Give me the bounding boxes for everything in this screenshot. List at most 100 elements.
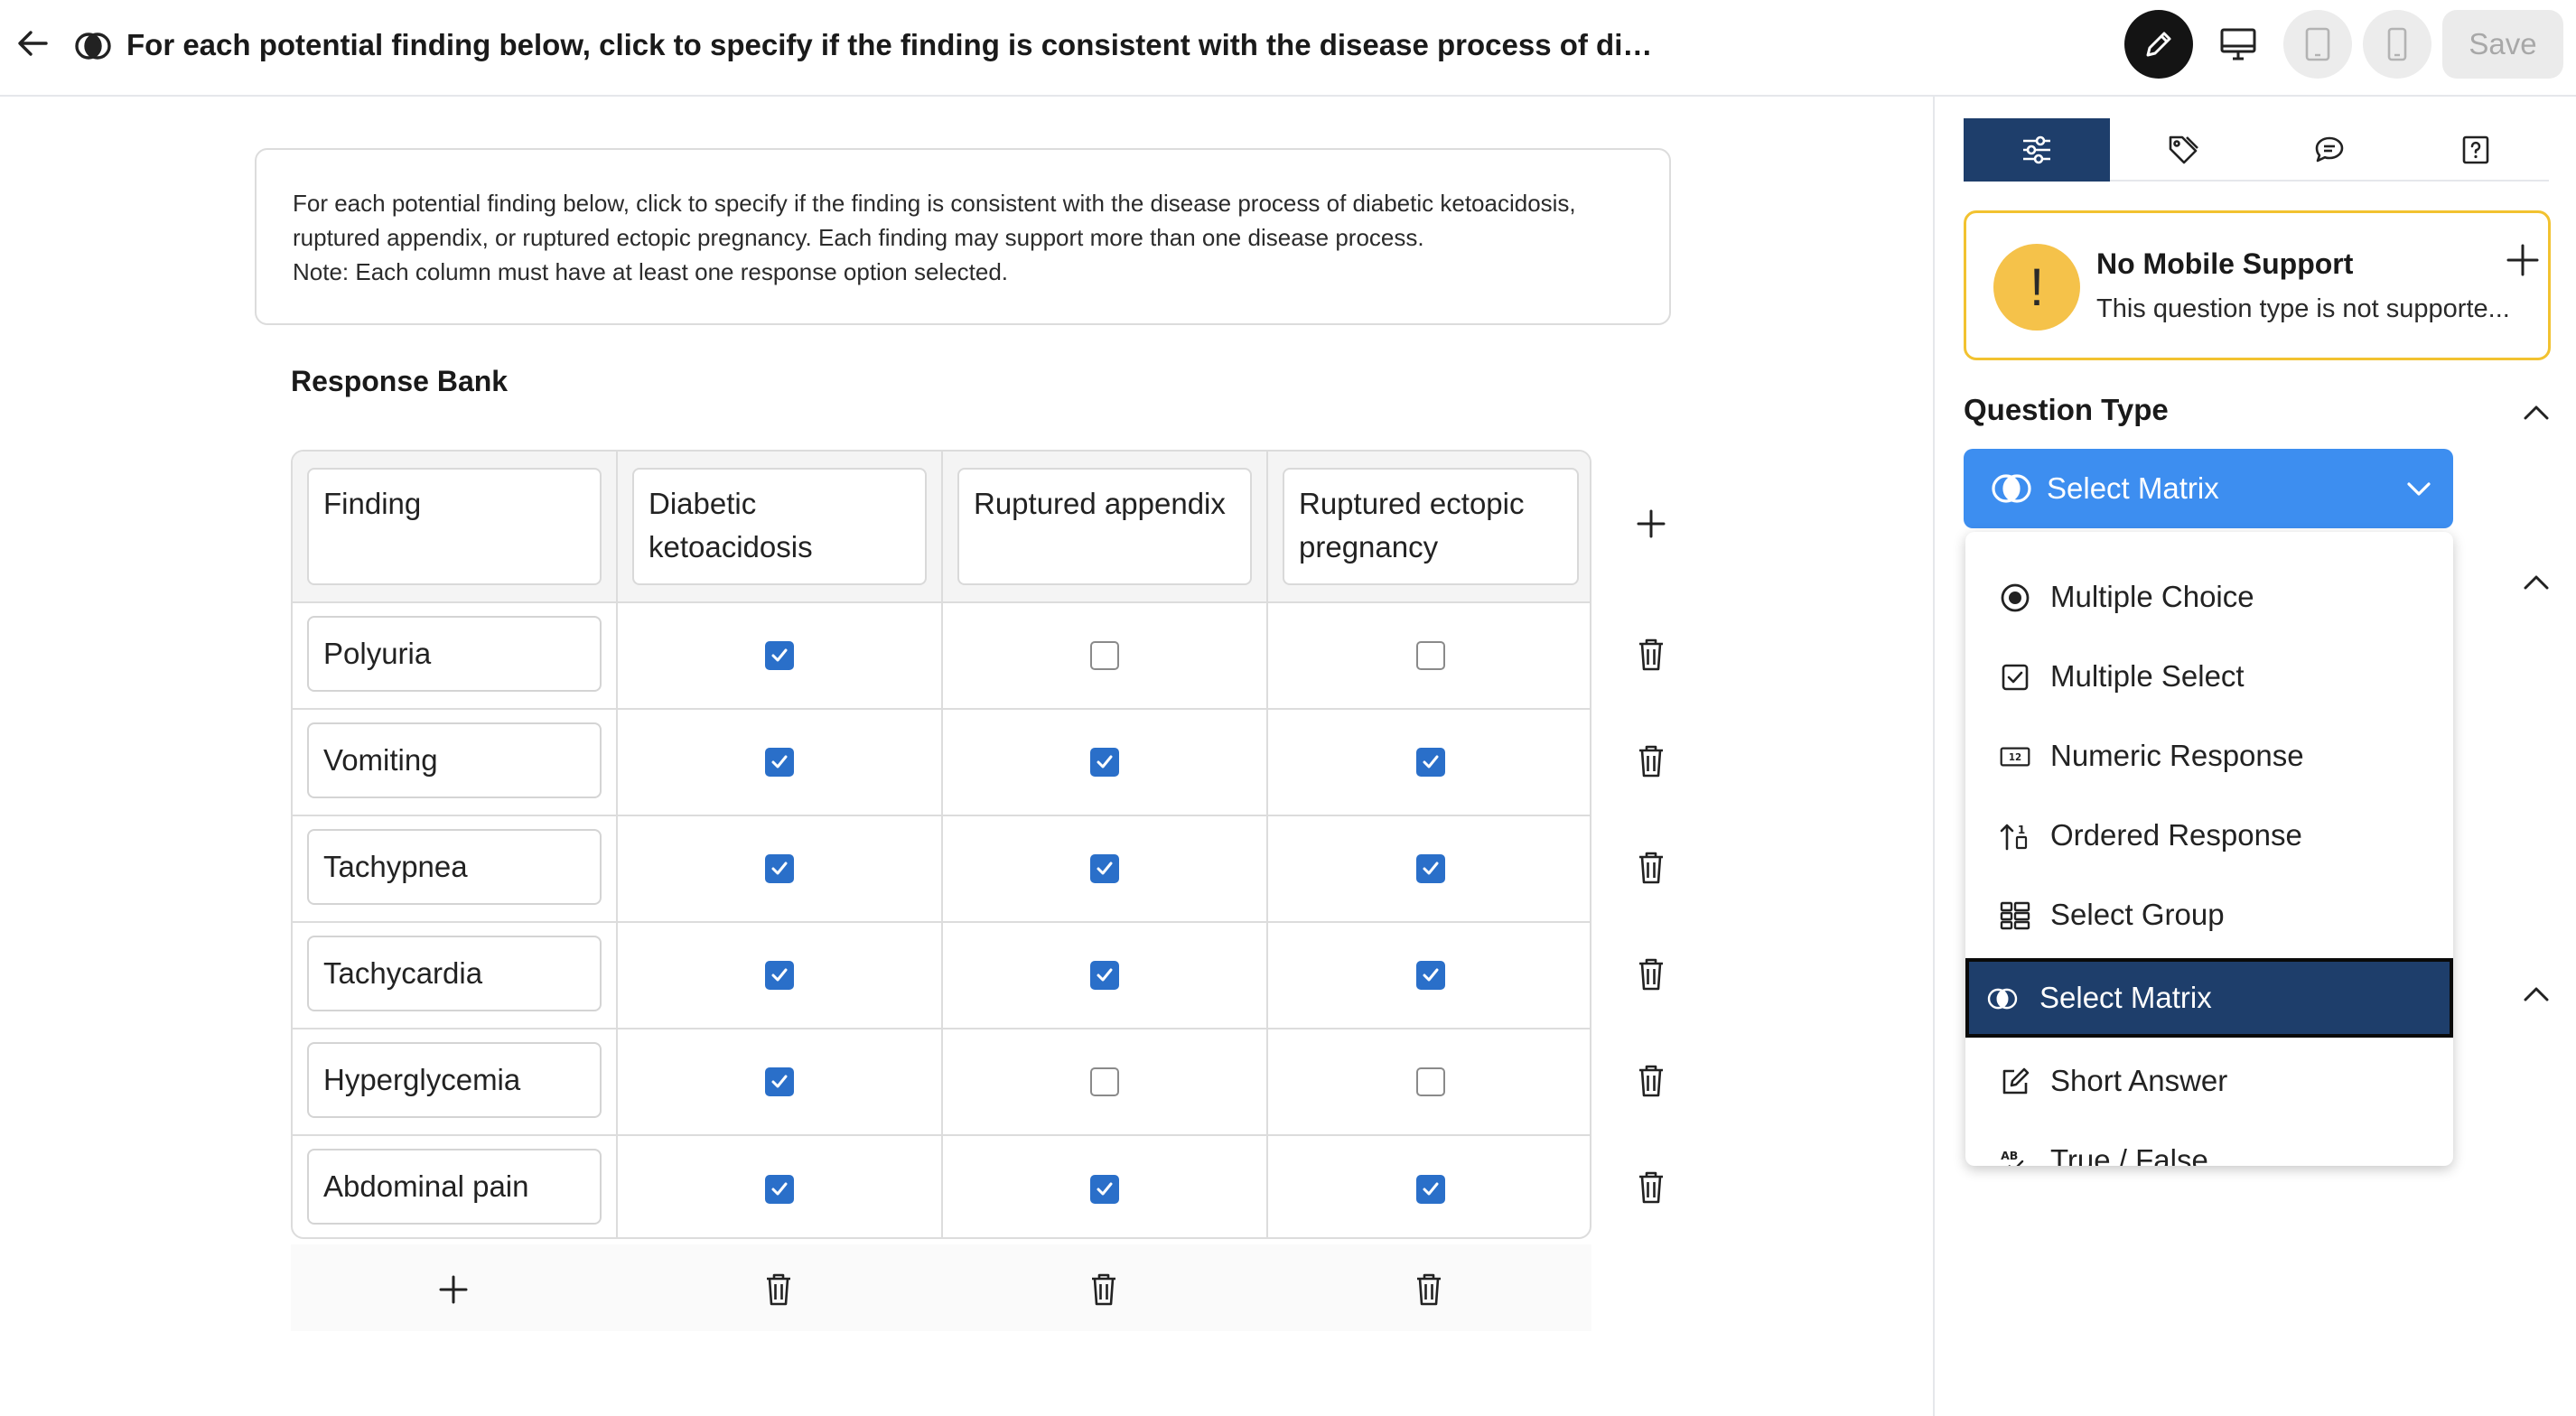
tab-help[interactable] [2403,118,2549,182]
matrix-icon [74,27,112,65]
delete-column-trash-icon[interactable] [757,1268,800,1311]
finding-input[interactable]: Abdominal pain [307,1149,602,1225]
checkbox-checked[interactable] [765,854,794,883]
dropdown-option[interactable]: 1 Ordered Response [1965,799,2453,871]
finding-cell: Vomiting [293,710,618,815]
checkbox-checked[interactable] [765,748,794,777]
edit-mode-button[interactable] [2124,10,2193,79]
checkbox-icon [2000,662,2030,693]
dropdown-option[interactable]: AB True / False [1965,1124,2453,1166]
dropdown-option[interactable]: Select Group [1965,879,2453,951]
checkbox-checked[interactable] [1416,1175,1445,1204]
question-type-label: Question Type [1964,393,2169,426]
check-cell [1268,923,1590,1028]
dropdown-option[interactable]: Multiple Choice [1965,561,2453,633]
checkbox-unchecked[interactable] [1416,641,1445,670]
option-label: Multiple Select [2050,659,2245,693]
column-header-input[interactable]: Ruptured ectopic pregnancy [1283,468,1579,585]
check-cell [1268,710,1590,815]
checkbox-checked[interactable] [1090,1175,1119,1204]
checkbox-unchecked[interactable] [1090,641,1119,670]
check-cell [618,1029,943,1134]
check-cell [943,1136,1268,1237]
option-label: Select Matrix [2039,981,2212,1014]
desktop-preview-button[interactable] [2204,10,2273,79]
back-arrow-icon[interactable] [13,23,52,63]
ordered-icon: 1 [2000,821,2030,852]
check-cell [1268,1136,1590,1237]
checkbox-checked[interactable] [765,641,794,670]
header-cell: Diabetic ketoacidosis [618,452,943,601]
phone-preview-button[interactable] [2363,10,2431,79]
dropdown-option[interactable]: Select Matrix [1965,958,2453,1038]
header-cell: Ruptured ectopic pregnancy [1268,452,1590,601]
checkbox-checked[interactable] [765,1067,794,1096]
tab-tags[interactable] [2110,118,2256,182]
desktop-icon [2220,28,2256,61]
checkbox-unchecked[interactable] [1416,1067,1445,1096]
delete-column-trash-icon[interactable] [1407,1268,1451,1311]
check-cell [1268,1029,1590,1134]
dropdown-option[interactable]: Short Answer [1965,1045,2453,1117]
finding-input[interactable]: Hyperglycemia [307,1042,602,1118]
question-type-select[interactable]: Select Matrix [1964,449,2453,528]
checkbox-checked[interactable] [1090,961,1119,990]
table-row: Tachypnea [293,816,1590,923]
tab-settings[interactable] [1964,118,2110,182]
finding-cell: Abdominal pain [293,1136,618,1237]
pencil-square-icon [2000,1067,2030,1097]
table-row: Hyperglycemia [293,1029,1590,1136]
option-label: True / False [2050,1143,2208,1166]
checkbox-checked[interactable] [1090,748,1119,777]
settings-panel: ! No Mobile Support This question type i… [1933,97,2576,1416]
delete-row-trash-icon[interactable] [1629,633,1673,676]
tablet-preview-button[interactable] [2283,10,2352,79]
matrix-icon [1987,983,2018,1014]
chevron-up-icon[interactable] [2518,564,2554,601]
dropdown-option[interactable]: AB Modified True / False [1965,532,2453,554]
expand-plus-icon[interactable] [2505,242,2544,282]
response-bank-title: Response Bank [291,365,509,397]
checkbox-unchecked[interactable] [1090,1067,1119,1096]
matrix-header-row: Finding Diabetic ketoacidosis Ruptured a… [293,452,1590,603]
mobile-support-warning: ! No Mobile Support This question type i… [1964,210,2551,360]
dropdown-option[interactable]: Multiple Select [1965,640,2453,713]
finding-cell: Hyperglycemia [293,1029,618,1134]
delete-row-trash-icon[interactable] [1629,846,1673,890]
column-header-input[interactable]: Finding [307,468,602,585]
matrix-icon [1991,470,2032,511]
chevron-up-icon[interactable] [2518,395,2554,431]
add-column-icon[interactable] [1629,502,1673,545]
question-prompt[interactable]: For each potential finding below, click … [255,148,1671,325]
delete-column-trash-icon[interactable] [1082,1268,1125,1311]
page-title: For each potential finding below, click … [126,28,1662,61]
save-button[interactable]: Save [2442,10,2563,79]
checkbox-checked[interactable] [1416,748,1445,777]
check-cell [943,816,1268,921]
warning-icon: ! [1993,244,2080,331]
delete-row-trash-icon[interactable] [1629,740,1673,783]
delete-row-trash-icon[interactable] [1629,953,1673,996]
chevron-up-icon[interactable] [2518,976,2554,1012]
tab-comments[interactable] [2256,118,2403,182]
dropdown-option[interactable]: 12 Numeric Response [1965,720,2453,792]
delete-row-trash-icon[interactable] [1629,1166,1673,1209]
add-row-icon[interactable] [432,1268,475,1311]
checkbox-checked[interactable] [1416,854,1445,883]
column-header-input[interactable]: Ruptured appendix [957,468,1252,585]
finding-input[interactable]: Tachypnea [307,829,602,905]
checkbox-checked[interactable] [1416,961,1445,990]
checkbox-checked[interactable] [765,1175,794,1204]
checkbox-checked[interactable] [765,961,794,990]
finding-input[interactable]: Vomiting [307,722,602,798]
prompt-line: ruptured appendix, or ruptured ectopic p… [293,224,1424,251]
column-header-input[interactable]: Diabetic ketoacidosis [632,468,927,585]
checkbox-checked[interactable] [1090,854,1119,883]
prompt-line: Note: Each column must have at least one… [293,258,1009,285]
delete-row-trash-icon[interactable] [1629,1059,1673,1103]
radio-icon [2000,582,2030,613]
finding-input[interactable]: Tachycardia [307,936,602,1011]
tablet-icon [2305,27,2330,61]
finding-input[interactable]: Polyuria [307,616,602,692]
option-label: Short Answer [2050,1064,2228,1097]
